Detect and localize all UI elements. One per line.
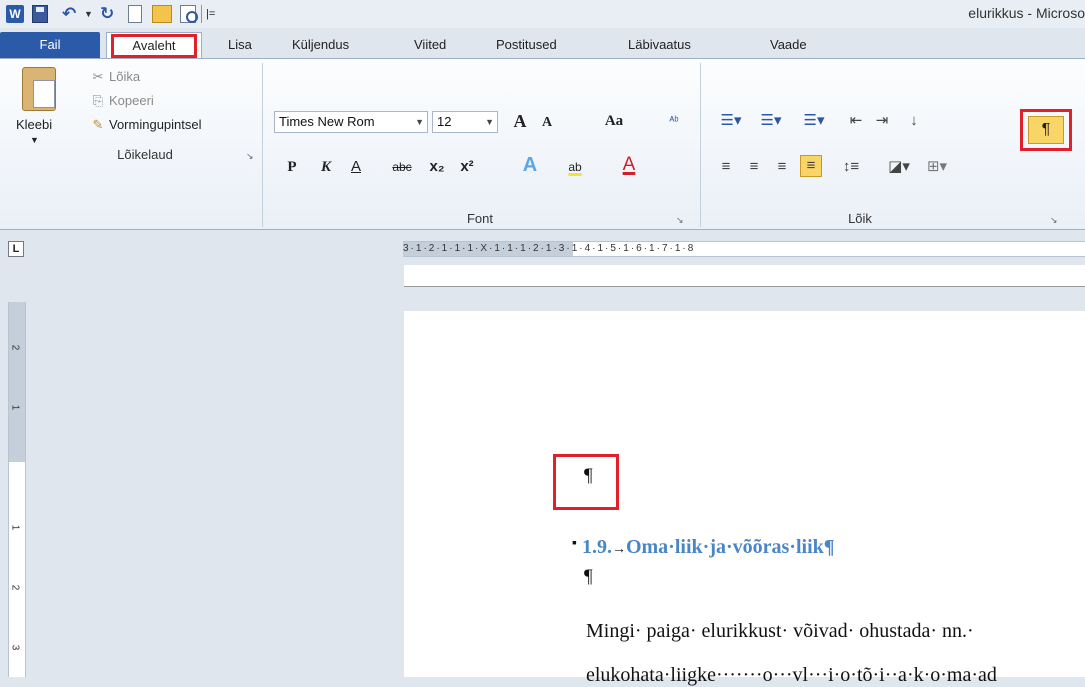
align-left-icon[interactable]: ≡: [716, 157, 736, 177]
ribbon: Kleebi ▼ ✂ Lõika ⎘ Kopeeri ✎ Vormingupintse…: [0, 58, 1085, 230]
ruler-number: 1: [9, 404, 21, 411]
decrease-indent-icon[interactable]: ⇤: [846, 111, 866, 131]
clear-formatting-button[interactable]: ᴬᵇ: [662, 111, 686, 131]
ruler-margin: [9, 302, 25, 462]
tab-page-layout[interactable]: Küljendus: [282, 32, 359, 58]
pilcrow-icon: ¶: [1028, 116, 1064, 144]
ruler-number: 2: [9, 584, 21, 591]
copy-label: Kopeeri: [109, 93, 154, 108]
shading-icon[interactable]: ◪▾: [884, 157, 914, 177]
paragraph-launcher-icon[interactable]: ↘: [1050, 215, 1060, 225]
ruler-scale: 3·1·2·1·1·1·X·1·1·1·2·1·3·1·4·1·5·1·6·1·…: [403, 243, 696, 254]
strikethrough-button[interactable]: abc: [388, 157, 416, 177]
align-center-icon[interactable]: ≡: [744, 157, 764, 177]
bold-button[interactable]: P: [282, 157, 302, 177]
open-folder-icon[interactable]: [152, 5, 172, 23]
chevron-down-icon: ▼: [415, 117, 424, 127]
body-line-1: Mingi· paiga· elurikkust· võivad· ohusta…: [586, 620, 974, 642]
tab-references[interactable]: Viited: [404, 32, 456, 58]
heading-1-9[interactable]: ▪ 1.9.→Oma·liik·ja·võõras·liik¶: [572, 536, 835, 559]
empty-paragraph-mark: ¶: [584, 465, 593, 486]
subscript-button[interactable]: x₂: [426, 157, 448, 177]
underline-button[interactable]: A: [346, 157, 366, 177]
highlight-button[interactable]: ab: [562, 157, 588, 177]
justify-icon[interactable]: ≡: [800, 155, 822, 177]
ruler-number: 3: [9, 644, 21, 651]
clipboard-launcher-icon[interactable]: ↘: [246, 151, 256, 161]
format-painter-button[interactable]: ✎ Vormingupintsel: [90, 117, 202, 133]
sort-icon[interactable]: ↓: [904, 111, 924, 131]
ribbon-tabs: Fail Avaleht Lisa Küljendus Viited Posti…: [0, 28, 1085, 58]
borders-icon[interactable]: ⊞▾: [922, 157, 952, 177]
horizontal-ruler[interactable]: 3·1·2·1·1·1·X·1·1·1·2·1·3·1·4·1·5·1·6·1·…: [403, 241, 1085, 257]
tab-file[interactable]: Fail: [0, 32, 100, 58]
cut-button[interactable]: ✂ Lõika: [90, 69, 141, 85]
font-size-value: 12: [437, 114, 452, 129]
font-size-select[interactable]: 12 ▼: [432, 111, 498, 133]
tab-mailings[interactable]: Postitused: [486, 32, 567, 58]
font-family-select[interactable]: Times New Rom ▼: [274, 111, 428, 133]
increase-indent-icon[interactable]: ⇥: [872, 111, 892, 131]
undo-icon[interactable]: ↶: [62, 5, 80, 23]
format-painter-label: Vormingupintsel: [109, 117, 202, 132]
italic-button[interactable]: K: [316, 157, 336, 177]
numbering-icon[interactable]: ☰▾: [756, 111, 786, 131]
cut-label: Lõika: [109, 69, 141, 84]
grow-font-button[interactable]: A: [508, 111, 532, 131]
new-document-icon[interactable]: [128, 5, 142, 23]
group-separator: [262, 63, 263, 227]
heading-bullet: ▪: [572, 536, 577, 551]
group-label-clipboard: Lõikelaud: [117, 147, 173, 162]
group-label-paragraph: Lõik: [848, 211, 872, 226]
redo-icon[interactable]: ↻: [100, 5, 118, 23]
tab-insert[interactable]: Lisa: [218, 32, 262, 58]
paste-dropdown-icon[interactable]: ▼: [30, 135, 39, 145]
ruler-number: 1: [9, 524, 21, 531]
text-effects-button[interactable]: A: [518, 155, 542, 175]
ruler-number: 2: [9, 344, 21, 351]
chevron-down-icon: ▼: [485, 117, 494, 127]
line-spacing-icon[interactable]: ↕≡: [836, 157, 866, 177]
heading-number: 1.9.: [581, 536, 612, 558]
copy-icon: ⎘: [92, 93, 104, 108]
show-formatting-marks-button[interactable]: ¶: [1020, 109, 1072, 151]
undo-dropdown-icon[interactable]: ▼: [84, 5, 93, 23]
font-launcher-icon[interactable]: ↘: [676, 215, 686, 225]
heading-text: Oma·liik·ja·võõras·liik¶: [625, 536, 835, 558]
multilevel-list-icon[interactable]: ☰▾: [798, 111, 830, 131]
brush-icon: ✎: [92, 117, 104, 132]
qat-separator: [201, 5, 202, 23]
font-family-value: Times New Rom: [279, 114, 375, 129]
print-preview-icon[interactable]: [180, 5, 198, 23]
vertical-ruler[interactable]: 2 1 1 2 3: [8, 302, 26, 677]
tab-home[interactable]: Avaleht: [106, 32, 202, 58]
tab-selector-icon[interactable]: L: [8, 241, 24, 257]
superscript-button[interactable]: x²: [456, 157, 478, 177]
paste-icon[interactable]: [22, 67, 56, 111]
window-title: elurikkus - Microso: [968, 5, 1085, 21]
quick-access-toolbar: W ↶ ▼ ↻ |= elurikkus - Microso: [0, 0, 1085, 28]
paragraph-mark: ¶: [584, 566, 593, 587]
group-label-font: Font: [466, 211, 493, 226]
heading-tab-mark: →: [611, 542, 626, 557]
font-color-button[interactable]: A: [618, 155, 640, 175]
customize-qat-icon[interactable]: |=: [206, 5, 216, 23]
shrink-font-button[interactable]: A: [536, 113, 558, 133]
bullets-icon[interactable]: ☰▾: [716, 111, 746, 131]
previous-page-bottom: [404, 265, 1085, 287]
highlight-box: [111, 34, 197, 58]
change-case-button[interactable]: Aa: [594, 111, 634, 131]
tab-view[interactable]: Vaade: [760, 32, 817, 58]
word-logo-icon[interactable]: W: [6, 5, 24, 23]
copy-button[interactable]: ⎘ Kopeeri: [90, 93, 154, 109]
save-icon[interactable]: [32, 5, 48, 23]
scissors-icon: ✂: [92, 69, 104, 84]
tab-review[interactable]: Läbivaatus: [618, 32, 701, 58]
body-line-2: elukohata·liigke·······o···vl···i·o·tõ·i…: [586, 664, 997, 686]
group-separator: [700, 63, 701, 227]
ruler-row: L 3·1·2·1·1·1·X·1·1·1·2·1·3·1·4·1·5·1·6·…: [0, 231, 1085, 265]
paste-button[interactable]: Kleebi: [16, 117, 52, 132]
align-right-icon[interactable]: ≡: [772, 157, 792, 177]
